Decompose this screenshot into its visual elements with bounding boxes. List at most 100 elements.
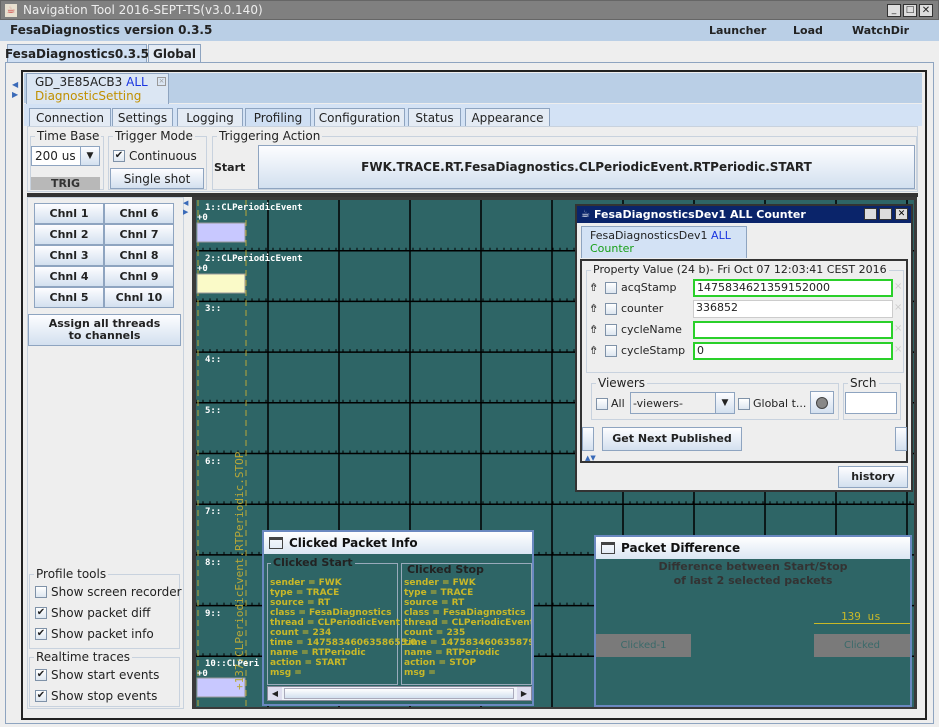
start-action-button[interactable]: FWK.TRACE.RT.FesaDiagnostics.CLPeriodicE…: [258, 145, 915, 189]
viewers-select[interactable]: -viewers- ▼: [630, 392, 735, 414]
app-version: FesaDiagnostics version 0.3.5: [10, 23, 213, 37]
menu-load[interactable]: Load: [793, 24, 823, 37]
field-value-input[interactable]: 1475834621359152000: [693, 279, 893, 297]
desc-line-1: Difference between Start/Stop: [658, 560, 848, 573]
packet-field: thread = CLPeriodicEvent: [270, 618, 401, 628]
close-tab-icon[interactable]: ×: [157, 77, 166, 86]
maximize-button[interactable]: □: [903, 4, 917, 17]
maximize-button[interactable]: [879, 208, 892, 220]
close-button[interactable]: ✕: [895, 208, 908, 220]
packet-field: action = STOP: [404, 658, 477, 668]
tab-appearance[interactable]: Appearance: [465, 108, 550, 126]
scroll-left-arrow[interactable]: ◀: [268, 687, 282, 700]
scroll-left-button[interactable]: [582, 427, 594, 451]
publish-icon[interactable]: ⇮: [589, 323, 598, 336]
channel-button[interactable]: Chnl 10: [104, 287, 174, 308]
tab-logging[interactable]: Logging: [177, 108, 243, 126]
clear-icon[interactable]: ×: [894, 302, 902, 313]
channel-row-label: 2::CLPeriodicEvent: [205, 253, 303, 264]
start-event-bar: [196, 222, 246, 243]
doc-scope: ALL: [126, 75, 148, 89]
tab-fesadiagnostics[interactable]: FesaDiagnostics0.3.5: [5, 44, 149, 62]
minimize-button[interactable]: _: [887, 4, 901, 17]
global-checkbox[interactable]: Global t...: [738, 397, 806, 410]
horizontal-scrollbar[interactable]: ◀ ▶: [267, 686, 532, 701]
field-value-input[interactable]: 336852: [693, 300, 893, 318]
window-title: Navigation Tool 2016-SEPT-TS(v3.0.140): [23, 3, 263, 17]
field-value-input[interactable]: 0: [693, 342, 893, 360]
channel-button[interactable]: Chnl 6: [104, 203, 174, 224]
checkbox-icon: [738, 397, 750, 410]
tab-connection[interactable]: Connection: [29, 108, 111, 126]
field-checkbox[interactable]: [605, 345, 617, 357]
publish-icon[interactable]: ⇮: [589, 302, 598, 315]
time-base-select[interactable]: 200 us ▼: [31, 146, 100, 166]
publish-icon[interactable]: ⇮: [589, 344, 598, 357]
field-name: cycleStamp: [621, 344, 686, 357]
clear-icon[interactable]: ×: [894, 344, 902, 355]
close-button[interactable]: ✕: [919, 4, 933, 17]
packet-info-title-bar: Clicked Packet Info: [264, 532, 532, 554]
search-input[interactable]: [845, 392, 897, 414]
show-packet-info-checkbox[interactable]: ✔ Show packet info: [35, 627, 154, 641]
channel-button[interactable]: Chnl 5: [34, 287, 104, 308]
channel-button[interactable]: Chnl 9: [104, 266, 174, 287]
chevron-down-icon[interactable]: ▼: [715, 393, 734, 413]
scroll-right-arrow[interactable]: ▶: [517, 687, 531, 700]
channel-row-label: 7::: [205, 507, 222, 518]
clear-icon[interactable]: ×: [894, 281, 902, 292]
clear-icon[interactable]: ×: [894, 323, 902, 334]
continuous-checkbox[interactable]: ✔ Continuous: [113, 149, 197, 163]
field-value-input[interactable]: [693, 321, 893, 339]
show-start-events-checkbox[interactable]: ✔ Show start events: [35, 668, 159, 682]
packet-field: msg =: [270, 668, 302, 678]
tab-settings[interactable]: Settings: [112, 108, 173, 126]
doc-tab[interactable]: GD_3E85ACB3 ALL DiagnosticSetting ×: [26, 73, 169, 104]
tab-global[interactable]: Global: [148, 44, 201, 62]
history-button[interactable]: history: [838, 466, 908, 488]
minimize-button[interactable]: [864, 208, 877, 220]
counter-window: ☕ FesaDiagnosticsDev1 ALL Counter ✕ FesaD…: [575, 204, 913, 492]
channel-button[interactable]: Chnl 8: [104, 245, 174, 266]
scroll-thumb[interactable]: [284, 688, 514, 699]
show-packet-diff-checkbox[interactable]: ✔ Show packet diff: [35, 606, 150, 620]
packet-field: name = RTPeriodic: [270, 648, 366, 658]
chevron-down-icon[interactable]: ▼: [80, 147, 99, 165]
viewer-settings-button[interactable]: [810, 391, 834, 414]
scroll-right-button[interactable]: [895, 427, 907, 451]
get-next-published-button[interactable]: Get Next Published: [602, 427, 742, 451]
field-checkbox[interactable]: [605, 324, 617, 336]
channel-button[interactable]: Chnl 7: [104, 224, 174, 245]
splitter-arrows[interactable]: ◀ ▶: [183, 199, 188, 217]
tab-profiling[interactable]: Profiling: [245, 108, 311, 126]
show-screen-recorder-checkbox[interactable]: Show screen recorder: [35, 585, 182, 599]
channel-button[interactable]: Chnl 3: [34, 245, 104, 266]
packet-field: sender = FWK: [270, 578, 342, 588]
packet-diff-title-bar: Packet Difference: [596, 537, 910, 559]
channel-button[interactable]: Chnl 2: [34, 224, 104, 245]
trig-indicator: TRIG: [31, 177, 100, 190]
counter-tab[interactable]: FesaDiagnosticsDev1 ALL Counter: [581, 226, 747, 258]
splitter-arrows[interactable]: ▲▼: [585, 454, 596, 462]
menu-watchdir[interactable]: WatchDir: [852, 24, 909, 37]
show-stop-events-checkbox[interactable]: ✔ Show stop events: [35, 689, 157, 703]
packet-difference-window: Packet Difference Difference between Sta…: [594, 535, 912, 707]
field-checkbox[interactable]: [605, 303, 617, 315]
channel-button[interactable]: Chnl 1: [34, 203, 104, 224]
single-shot-button[interactable]: Single shot: [110, 168, 204, 189]
all-checkbox[interactable]: All: [596, 397, 625, 410]
side-scroll-arrows[interactable]: ◀ ▶: [12, 80, 18, 100]
publish-icon[interactable]: ⇮: [589, 281, 598, 294]
counter-tab-property: Counter: [590, 242, 634, 255]
packet-info-title: Clicked Packet Info: [289, 536, 418, 550]
tab-status[interactable]: Status: [408, 108, 461, 126]
tab-configuration[interactable]: Configuration: [314, 108, 405, 126]
packet-diff-title: Packet Difference: [621, 541, 741, 555]
menu-launcher[interactable]: Launcher: [709, 24, 766, 37]
srch-label: Srch: [848, 376, 879, 390]
field-name: counter: [621, 302, 664, 315]
channel-button[interactable]: Chnl 4: [34, 266, 104, 287]
assign-threads-button[interactable]: Assign all threads to channels: [28, 314, 181, 346]
field-checkbox[interactable]: [605, 282, 617, 294]
checkbox-icon: [35, 586, 47, 598]
